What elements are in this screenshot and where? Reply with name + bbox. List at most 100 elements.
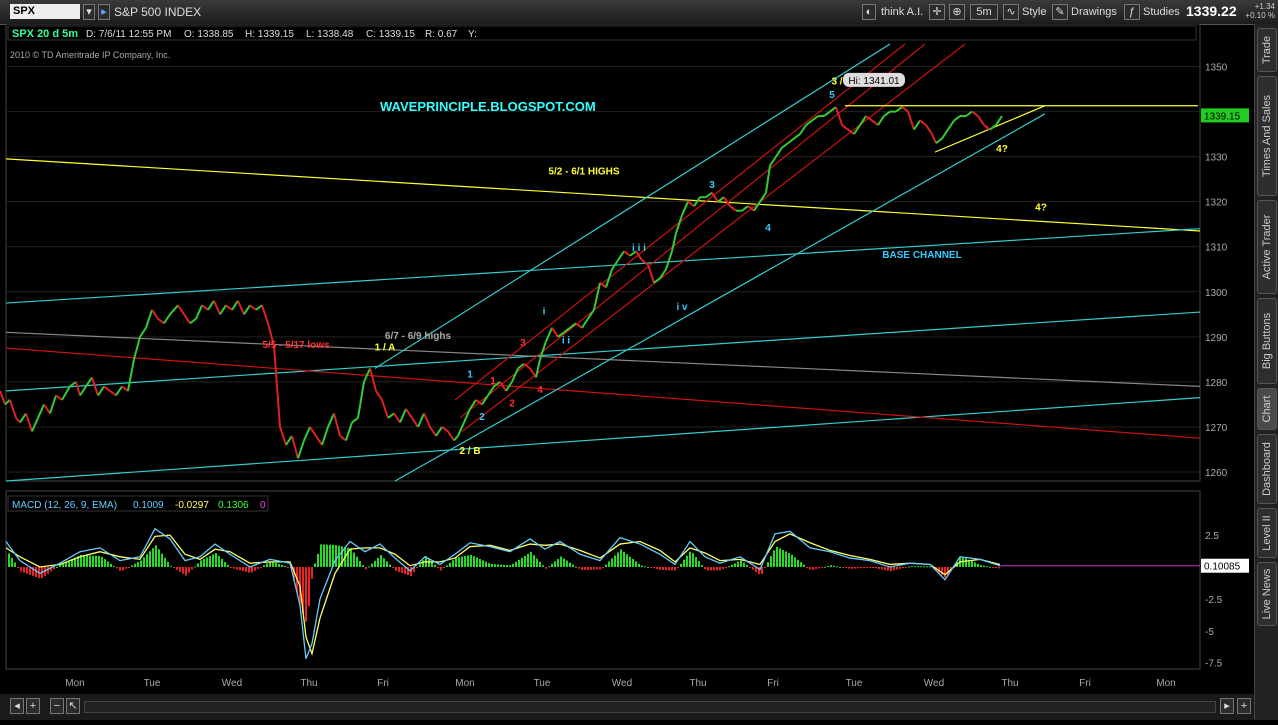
wave-label: 1 xyxy=(467,369,473,380)
style-icon[interactable]: ∿ xyxy=(1003,4,1019,20)
zoom-icon[interactable]: ⊕ xyxy=(949,4,965,20)
macd-histogram-bar xyxy=(353,552,355,567)
chart-svg[interactable]: 5/5 - 5/17 lows 6/7 - 6/9 highs1 / A 2 / B… xyxy=(0,23,1254,720)
macd-histogram-bar xyxy=(236,567,238,570)
macd-histogram-bar xyxy=(173,567,175,569)
macd-histogram-bar xyxy=(356,556,358,567)
macd-histogram-bar xyxy=(899,567,901,569)
macd-histogram-bar xyxy=(164,557,166,567)
macd-histogram-bar xyxy=(188,567,190,573)
tab-active-trader[interactable]: Active Trader xyxy=(1257,200,1277,294)
price-change: +1.34 +0.10 % xyxy=(1243,2,1275,20)
macd-histogram-bar xyxy=(521,557,523,567)
tab-big-buttons[interactable]: Big Buttons xyxy=(1257,298,1277,384)
tab-live-news[interactable]: Live News xyxy=(1257,562,1277,626)
macd-histogram-bar xyxy=(641,565,643,567)
macd-histogram-bar xyxy=(581,567,583,570)
macd-histogram-bar xyxy=(662,567,664,571)
date-tick-label: Thu xyxy=(300,678,317,689)
macd-histogram-bar xyxy=(986,566,988,568)
macd-histogram-bar xyxy=(191,567,193,570)
drawings-button[interactable]: Drawings xyxy=(1071,4,1117,20)
macd-histogram-bar xyxy=(437,567,439,568)
price-tick-label: 1330 xyxy=(1205,153,1228,164)
think-ai-button[interactable]: think A.I. xyxy=(881,4,923,20)
macd-histogram-bar xyxy=(785,551,787,567)
symbol-input[interactable]: SPX xyxy=(10,4,80,19)
macd-histogram-bar xyxy=(572,564,574,567)
macd-histogram-bar xyxy=(179,567,181,572)
macd-tick-label: -7.5 xyxy=(1205,659,1223,670)
macd-histogram-bar xyxy=(254,567,256,571)
date-tick-label: Thu xyxy=(1001,678,1018,689)
macd-histogram-bar xyxy=(911,566,913,568)
macd-histogram-bar xyxy=(767,562,769,567)
macd-histogram-bar xyxy=(800,562,802,567)
macd-histogram-bar xyxy=(617,552,619,567)
tab-trade[interactable]: Trade xyxy=(1257,28,1277,72)
macd-histogram-bar xyxy=(539,561,541,567)
macd-histogram-bar xyxy=(803,564,805,567)
think-ai-icon[interactable]: ◐ xyxy=(862,4,876,20)
macd-panel xyxy=(5,490,1201,670)
macd-histogram-bar xyxy=(665,567,667,571)
macd-histogram-bar xyxy=(548,566,550,568)
scroll-right-icon[interactable]: ▸ xyxy=(1220,698,1234,714)
macd-histogram-bar xyxy=(545,567,547,569)
macd-histogram-bar xyxy=(287,567,289,568)
studies-button[interactable]: Studies xyxy=(1143,4,1180,20)
macd-histogram-bar xyxy=(488,563,490,567)
macd-histogram-bar xyxy=(155,545,157,567)
header-high: H: 1339.15 xyxy=(245,29,294,40)
macd-histogram-bar xyxy=(248,567,250,573)
tab-chart[interactable]: Chart xyxy=(1257,388,1277,430)
macd-histogram-bar xyxy=(374,560,376,567)
macd-histogram-bar xyxy=(728,566,730,568)
tab-level-ii-label: Level II xyxy=(1261,515,1273,551)
macd-histogram-bar xyxy=(473,556,475,567)
date-tick-label: Mon xyxy=(65,678,84,689)
macd-histogram-bar xyxy=(890,567,892,572)
time-scrollbar[interactable] xyxy=(84,701,1216,713)
macd-histogram-bar xyxy=(395,567,397,571)
macd-histogram-bar xyxy=(221,559,223,567)
tab-times-and-sales[interactable]: Times And Sales xyxy=(1257,76,1277,196)
studies-icon[interactable]: ƒ xyxy=(1124,4,1140,20)
macd-histogram-bar xyxy=(929,566,931,568)
macd-histogram-bar xyxy=(419,564,421,567)
scroll-left-icon[interactable]: ◂ xyxy=(10,698,24,714)
macd-histogram-bar xyxy=(527,553,529,567)
macd-histogram-bar xyxy=(908,566,910,568)
macd-histogram-bar xyxy=(14,562,16,567)
macd-histogram-bar xyxy=(644,566,646,568)
tab-dashboard[interactable]: Dashboard xyxy=(1257,434,1277,504)
drawings-icon[interactable]: ✎ xyxy=(1052,4,1068,20)
expand-icon[interactable]: + xyxy=(1237,698,1251,714)
link-icon[interactable]: ▸ xyxy=(98,4,110,20)
timeframe-button[interactable]: 5m xyxy=(970,4,998,20)
date-tick-label: Mon xyxy=(1156,678,1175,689)
macd-title: MACD (12, 26, 9, EMA) xyxy=(12,500,117,511)
date-tick-label: Thu xyxy=(689,678,706,689)
macd-histogram-bar xyxy=(770,556,772,567)
macd-histogram-bar xyxy=(143,557,145,567)
zoom-in-icon[interactable]: + xyxy=(26,698,40,714)
macd-histogram-bar xyxy=(560,556,562,567)
change-value: +1.34 xyxy=(1254,2,1275,11)
crosshair-icon[interactable]: ✛ xyxy=(929,4,945,20)
zoom-out-icon[interactable]: − xyxy=(50,698,64,714)
wave-label: 1 / A xyxy=(375,342,396,353)
macd-histogram-bar xyxy=(863,567,865,568)
symbol-dropdown-button[interactable]: ▾ xyxy=(83,4,95,20)
tab-level-ii[interactable]: Level II xyxy=(1257,508,1277,558)
style-button[interactable]: Style xyxy=(1022,4,1046,20)
macd-histogram-bar xyxy=(500,564,502,567)
cursor-icon[interactable]: ↖ xyxy=(66,698,80,714)
macd-histogram-bar xyxy=(875,567,877,569)
price-tick-label: 1280 xyxy=(1205,378,1228,389)
macd-histogram-bar xyxy=(851,567,853,569)
wave-label: 4 xyxy=(765,223,771,234)
macd-histogram-bar xyxy=(854,567,856,569)
macd-histogram-bar xyxy=(869,567,871,568)
chart-area[interactable]: 5/5 - 5/17 lows 6/7 - 6/9 highs 1 / A 2 / B… xyxy=(0,23,1254,720)
